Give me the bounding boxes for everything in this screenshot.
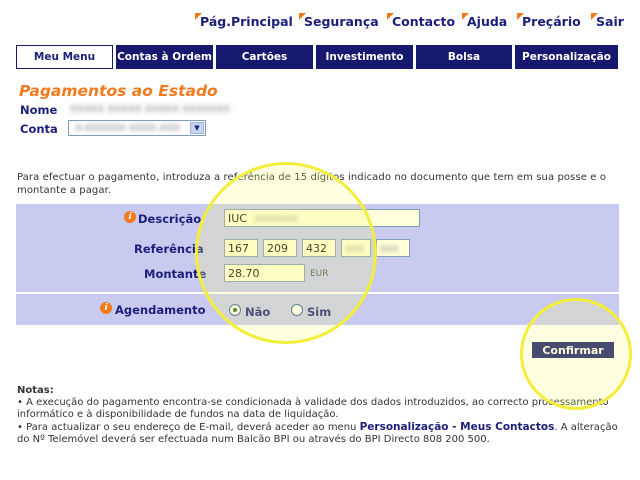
name-label: Nome	[20, 103, 58, 117]
page-title: Pagamentos ao Estado	[19, 82, 218, 100]
dropdown-arrow-icon: ▼	[190, 122, 204, 134]
tab-cartoes[interactable]: Cartões	[216, 45, 313, 69]
link-label: Contacto	[392, 14, 456, 29]
orange-corner-icon	[591, 13, 598, 20]
link-label: Preçário	[522, 14, 581, 29]
tab-investimento[interactable]: Investimento	[316, 45, 413, 69]
link-ajuda[interactable]: Ajuda	[462, 13, 508, 29]
tab-personalizacao[interactable]: Personalização	[515, 45, 618, 69]
descricao-label: Descrição	[138, 212, 202, 226]
referencia-input-2[interactable]: 209	[263, 239, 297, 257]
confirm-button[interactable]: Confirmar	[532, 342, 614, 358]
top-navigation: Pág.Principal Segurança Contacto Ajuda P…	[186, 13, 640, 32]
radio-sim-label[interactable]: Sim	[307, 305, 331, 319]
tab-contas-a-ordem[interactable]: Contas à Ordem	[116, 45, 213, 69]
radio-sim[interactable]	[291, 304, 303, 316]
name-value: XXXXX XXXXX XXXXX XXXXXXX	[70, 104, 231, 115]
montante-unit: EUR	[310, 269, 329, 279]
link-pagina-principal[interactable]: Pág.Principal	[195, 13, 293, 29]
tab-meu-menu[interactable]: Meu Menu	[16, 45, 113, 69]
descricao-input[interactable]: IUC XXXXXXX	[224, 209, 420, 227]
link-label: Sair	[596, 14, 624, 29]
info-icon: i	[100, 302, 112, 314]
link-contacto[interactable]: Contacto	[387, 13, 456, 29]
note-email-text: • Para actualizar o seu endereço de E-ma…	[17, 422, 357, 433]
orange-corner-icon	[299, 13, 306, 20]
notes-title: Notas:	[17, 385, 54, 396]
link-precario[interactable]: Preçário	[517, 13, 581, 29]
orange-corner-icon	[387, 13, 394, 20]
account-value: X-XXXXXX XXXX.XXX	[75, 123, 180, 134]
account-select[interactable]: X-XXXXXX XXXX.XXX ▼	[68, 120, 206, 136]
orange-corner-icon	[195, 13, 202, 20]
tab-bolsa[interactable]: Bolsa	[416, 45, 512, 69]
main-tabs: Meu Menu Contas à Ordem Cartões Investim…	[16, 45, 618, 69]
radio-nao-label[interactable]: Não	[245, 305, 270, 319]
note-execution: • A execução do pagamento encontra-se co…	[17, 397, 609, 420]
referencia-input-3[interactable]: 432	[302, 239, 336, 257]
referencia-hidden-5: XXX	[380, 245, 399, 255]
note-email: • Para actualizar o seu endereço de E-ma…	[17, 421, 620, 446]
orange-corner-icon	[462, 13, 469, 20]
referencia-input-5[interactable]: XXX	[376, 239, 410, 257]
link-label: Pág.Principal	[200, 14, 293, 29]
instructions-text: Para efectuar o pagamento, introduza a r…	[17, 172, 607, 196]
notes-section: Notas: • A execução do pagamento encontr…	[17, 385, 620, 446]
info-icon: i	[124, 211, 136, 223]
personalizacao-contactos-link[interactable]: Personalização - Meus Contactos	[360, 421, 555, 433]
referencia-label: Referência	[134, 242, 204, 256]
montante-input[interactable]: 28.70	[224, 264, 305, 282]
radio-nao[interactable]	[229, 304, 241, 316]
montante-label: Montante	[144, 267, 207, 281]
referencia-input-1[interactable]: 167	[224, 239, 258, 257]
agendamento-label: Agendamento	[115, 303, 206, 317]
referencia-hidden-4: XXX	[345, 245, 364, 255]
link-sair[interactable]: Sair	[591, 13, 624, 29]
descricao-hidden-value: XXXXXXX	[254, 215, 298, 225]
referencia-input-4[interactable]: XXX	[341, 239, 371, 257]
orange-corner-icon	[517, 13, 524, 20]
descricao-value: IUC	[228, 212, 247, 225]
link-label: Ajuda	[467, 14, 508, 29]
link-seguranca[interactable]: Segurança	[299, 13, 379, 29]
radio-selected-dot	[233, 308, 237, 312]
link-label: Segurança	[304, 14, 379, 29]
account-label: Conta	[20, 122, 58, 136]
